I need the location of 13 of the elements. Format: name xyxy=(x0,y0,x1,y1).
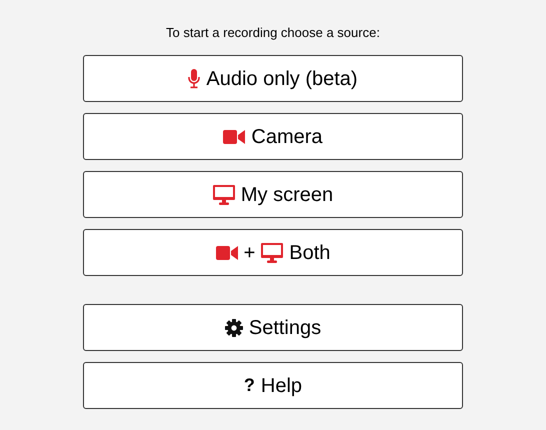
microphone-icon xyxy=(188,68,200,88)
instruction-text: To start a recording choose a source: xyxy=(166,24,380,42)
settings-button[interactable]: Settings xyxy=(83,304,463,351)
help-button[interactable]: ? Help xyxy=(83,362,463,409)
camera-button[interactable]: Camera xyxy=(83,113,463,160)
monitor-icon xyxy=(261,242,284,262)
video-camera-icon xyxy=(223,130,246,144)
monitor-icon xyxy=(212,184,235,204)
settings-icon xyxy=(224,318,243,336)
my-screen-button[interactable]: My screen xyxy=(83,171,463,218)
both-button[interactable]: + Both xyxy=(83,229,463,276)
audio-only-button[interactable]: Audio only (beta) xyxy=(83,55,463,102)
video-camera-icon xyxy=(216,246,238,260)
